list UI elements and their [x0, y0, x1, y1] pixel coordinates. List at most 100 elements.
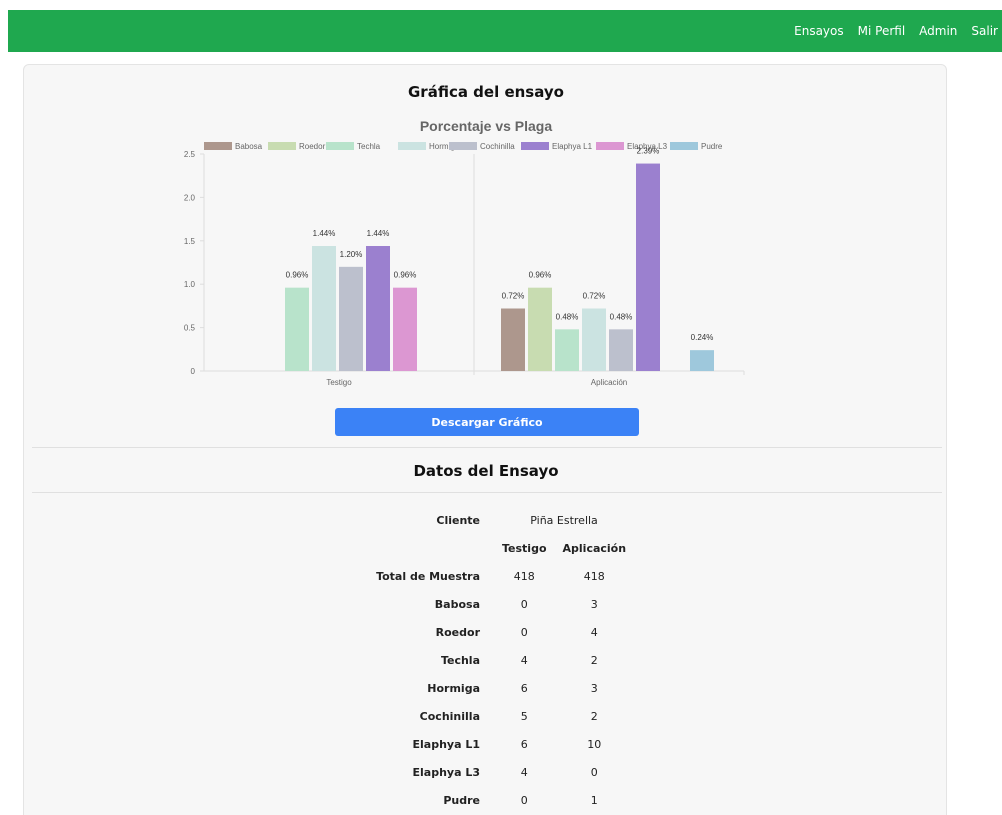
bar: [582, 308, 606, 371]
row-label: Total de Muestra: [376, 569, 480, 583]
legend-label: Roedor: [299, 142, 326, 151]
aplicacion-value: 418: [583, 569, 605, 583]
aplicacion-value: 3: [590, 597, 598, 611]
table-row: Hormiga 6 3: [364, 674, 634, 702]
row-label: Techla: [440, 653, 480, 667]
bar: [609, 329, 633, 371]
aplicacion-value: 10: [587, 737, 602, 751]
bar: [393, 287, 417, 371]
data-table: Cliente Piña Estrella Testigo Aplicación…: [364, 506, 634, 814]
testigo-value: 4: [520, 765, 528, 779]
bar: [339, 266, 363, 371]
aplicacion-value: 1: [590, 793, 598, 807]
bar: [528, 287, 552, 371]
aplicacion-value: 2: [590, 653, 598, 667]
table-header-row: Testigo Aplicación: [364, 534, 634, 562]
testigo-value: 0: [520, 793, 528, 807]
x-tick-label: Testigo: [326, 378, 352, 387]
legend-swatch: [204, 142, 232, 150]
bar-data-label: 2.39%: [637, 147, 660, 156]
legend-label: Elaphya L1: [552, 142, 593, 151]
col-header-aplicacion: Aplicación: [562, 541, 627, 555]
table-row: Roedor 0 4: [364, 618, 634, 646]
bar-data-label: 0.24%: [691, 333, 714, 342]
bar: [501, 308, 525, 371]
row-label: Roedor: [435, 625, 480, 639]
download-chart-button[interactable]: Descargar Gráfico: [335, 408, 639, 436]
bar: [690, 350, 714, 371]
row-label: Elaphya L3: [412, 765, 481, 779]
legend-label: Pudre: [701, 142, 723, 151]
y-tick-label: 2.0: [184, 193, 196, 202]
aplicacion-value: 0: [590, 765, 598, 779]
divider: [32, 492, 942, 493]
legend-swatch: [398, 142, 426, 150]
divider: [32, 447, 942, 448]
row-label: Babosa: [434, 597, 480, 611]
table-row: Cliente Piña Estrella: [364, 506, 634, 534]
table-row: Techla 4 2: [364, 646, 634, 674]
bar: [285, 287, 309, 371]
bar-data-label: 1.44%: [367, 229, 390, 238]
cliente-label: Cliente: [436, 513, 480, 527]
bar: [555, 329, 579, 371]
testigo-value: 0: [520, 597, 528, 611]
testigo-value: 0: [520, 625, 528, 639]
aplicacion-value: 2: [590, 709, 598, 723]
testigo-value: 6: [520, 681, 528, 695]
table-row: Total de Muestra 418 418: [364, 562, 634, 590]
cliente-value: Piña Estrella: [530, 513, 598, 527]
bar: [366, 246, 390, 371]
bar-data-label: 0.48%: [556, 312, 579, 321]
table-row: Elaphya L1 6 10: [364, 730, 634, 758]
top-navbar: Ensayos Mi Perfil Admin Salir: [8, 10, 1002, 52]
bar: [312, 246, 336, 371]
y-tick-label: 0: [191, 367, 196, 376]
bar-data-label: 0.48%: [610, 312, 633, 321]
legend-label: Babosa: [235, 142, 263, 151]
bar-data-label: 0.96%: [394, 271, 417, 280]
legend-swatch: [449, 142, 477, 150]
bar-data-label: 0.96%: [286, 271, 309, 280]
bar-data-label: 0.72%: [583, 292, 606, 301]
nav-link-admin[interactable]: Admin: [919, 24, 957, 38]
ensayo-card: Gráfica del ensayo Porcentaje vs Plaga Ba…: [23, 64, 947, 815]
y-tick-label: 1.0: [184, 280, 196, 289]
legend-swatch: [521, 142, 549, 150]
y-tick-label: 0.5: [184, 324, 196, 333]
x-tick-label: Aplicación: [591, 378, 627, 387]
testigo-value: 418: [513, 569, 535, 583]
testigo-value: 6: [520, 737, 528, 751]
bar-data-label: 1.44%: [313, 229, 336, 238]
row-label: Cochinilla: [419, 709, 480, 723]
legend-label: Cochinilla: [480, 142, 515, 151]
row-label: Pudre: [443, 793, 480, 807]
table-row: Cochinilla 5 2: [364, 702, 634, 730]
bar-chart: Porcentaje vs PlagaBabosa Roedor Techla Hor…: [184, 118, 745, 387]
bar-data-label: 0.72%: [502, 292, 525, 301]
table-row: Pudre 0 1: [364, 786, 634, 814]
testigo-value: 4: [520, 653, 528, 667]
col-header-testigo: Testigo: [502, 541, 547, 555]
bar-data-label: 0.96%: [529, 271, 552, 280]
legend-swatch: [670, 142, 698, 150]
y-tick-label: 1.5: [184, 237, 196, 246]
table-row: Elaphya L3 4 0: [364, 758, 634, 786]
legend-label: Techla: [357, 142, 381, 151]
data-heading: Datos del Ensayo: [413, 462, 559, 480]
aplicacion-value: 3: [590, 681, 598, 695]
nav-link-mi-perfil[interactable]: Mi Perfil: [858, 24, 906, 38]
legend-swatch: [268, 142, 296, 150]
y-tick-label: 2.5: [184, 150, 196, 159]
nav-link-salir[interactable]: Salir: [971, 24, 998, 38]
testigo-value: 5: [520, 709, 528, 723]
table-row: Babosa 0 3: [364, 590, 634, 618]
aplicacion-value: 4: [590, 625, 598, 639]
legend-swatch: [596, 142, 624, 150]
bar-data-label: 1.20%: [340, 250, 363, 259]
legend-swatch: [326, 142, 354, 150]
nav-link-ensayos[interactable]: Ensayos: [794, 24, 844, 38]
row-label: Elaphya L1: [412, 737, 481, 751]
chart-title: Porcentaje vs Plaga: [420, 118, 553, 134]
bar: [636, 163, 660, 371]
